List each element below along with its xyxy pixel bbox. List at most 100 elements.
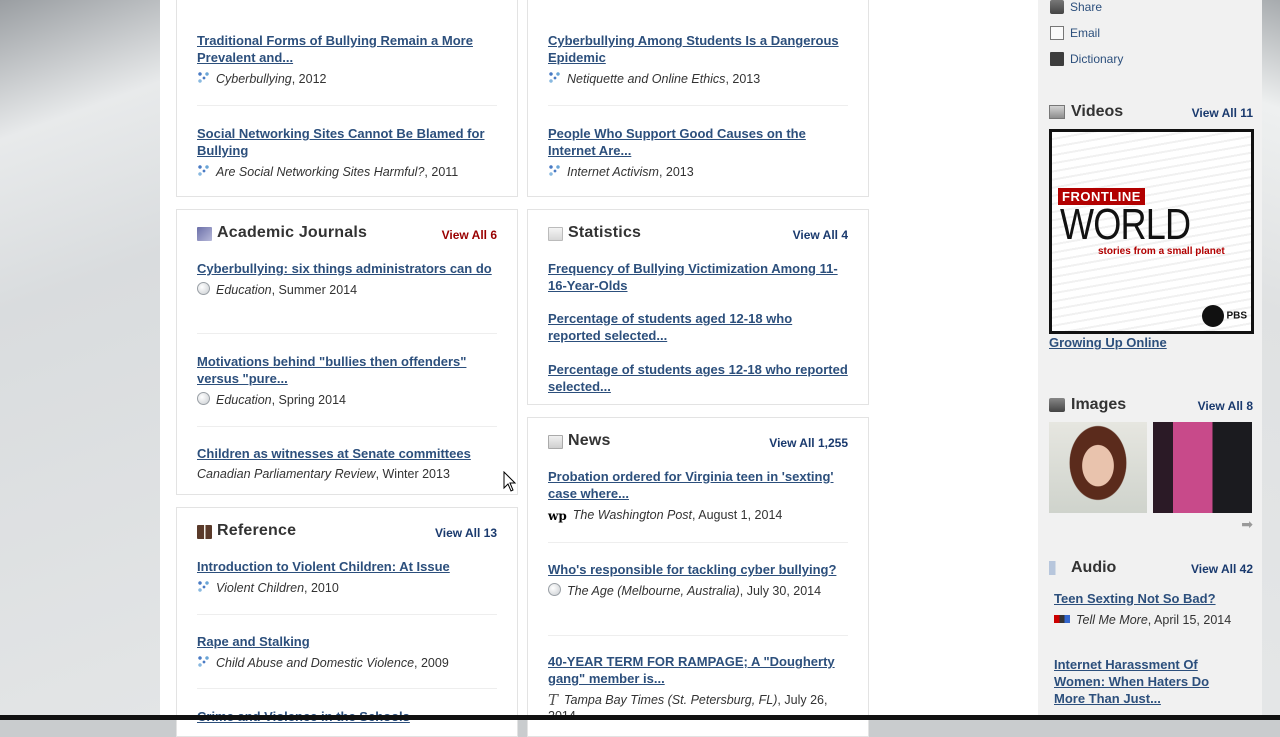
view-all-statistics-link[interactable]: View All 4 (793, 228, 848, 242)
news-link[interactable]: 40-YEAR TERM FOR RAMPAGE; A "Dougherty g… (548, 653, 848, 687)
article-link[interactable]: Children as witnesses at Senate committe… (197, 445, 497, 462)
article-link[interactable]: Rape and Stalking (197, 633, 497, 650)
list-item: Introduction to Violent Children: At Iss… (197, 558, 497, 596)
background-left (0, 0, 160, 720)
section-title: Images (1071, 396, 1127, 413)
divider (197, 333, 497, 334)
pbs-logo: PBS (1202, 305, 1247, 327)
email-link[interactable]: Email (1050, 26, 1100, 40)
camera-icon (1049, 398, 1065, 412)
list-item: Percentage of students ages 12-18 who re… (548, 361, 848, 395)
dictionary-link[interactable]: Dictionary (1050, 52, 1123, 66)
list-item: Cyberbullying: six things administrators… (197, 260, 497, 298)
section-title: Reference (217, 522, 297, 539)
dictionary-icon (1050, 52, 1064, 66)
world-title: WORLD (1060, 200, 1191, 249)
view-all-journals-link[interactable]: View All 6 (442, 228, 497, 242)
journal-icon (197, 227, 212, 241)
divider (548, 635, 848, 636)
article-link[interactable]: Cyberbullying: six things administrators… (197, 260, 497, 277)
reference-box: Reference View All 13 Introduction to Vi… (176, 507, 518, 737)
statistics-box: Statistics View All 4 Frequency of Bully… (527, 209, 869, 405)
divider (197, 614, 497, 615)
list-item: Internet Harassment Of Women: When Hater… (1054, 656, 1229, 707)
viewpoint-icon (548, 71, 561, 84)
list-item: Rape and Stalking Child Abuse and Domest… (197, 633, 497, 671)
video-caption-link[interactable]: Growing Up Online (1049, 334, 1167, 351)
article-link[interactable]: Introduction to Violent Children: At Iss… (197, 558, 497, 575)
list-item: Who's responsible for tackling cyber bul… (548, 561, 848, 599)
globe-icon (197, 392, 210, 405)
share-link[interactable]: Share (1050, 0, 1102, 14)
news-box: News View All 1,255 Probation ordered fo… (527, 417, 869, 737)
chart-icon (548, 227, 563, 241)
article-link[interactable]: Social Networking Sites Cannot Be Blamed… (197, 125, 497, 159)
mouse-cursor-icon (503, 471, 517, 492)
list-item: Social Networking Sites Cannot Be Blamed… (197, 125, 497, 180)
view-all-news-link[interactable]: View All 1,255 (769, 436, 848, 450)
article-link[interactable]: People Who Support Good Causes on the In… (548, 125, 848, 159)
divider (548, 542, 848, 543)
section-header: News View All 1,255 (548, 432, 848, 452)
list-item: People Who Support Good Causes on the In… (548, 125, 848, 180)
divider (548, 105, 848, 106)
audio-section: Audio View All 42 Teen Sexting Not So Ba… (1049, 559, 1253, 720)
article-link[interactable]: Motivations behind "bullies then offende… (197, 353, 497, 387)
section-title: Audio (1071, 559, 1117, 576)
email-icon (1050, 26, 1064, 40)
statistic-link[interactable]: Percentage of students ages 12-18 who re… (548, 361, 848, 395)
globe-icon (197, 282, 210, 295)
audio-link[interactable]: Teen Sexting Not So Bad? (1054, 591, 1216, 606)
section-header: Reference View All 13 (197, 522, 497, 542)
images-section: Images View All 8 ➡ (1049, 396, 1253, 536)
section-title: Statistics (568, 224, 642, 241)
list-item: Percentage of students aged 12-18 who re… (548, 310, 848, 344)
list-item: Cyberbullying Among Students Is a Danger… (548, 32, 848, 87)
view-all-audio-link[interactable]: View All 42 (1191, 562, 1253, 576)
list-item: Motivations behind "bullies then offende… (197, 353, 497, 408)
image-thumbnail[interactable] (1153, 422, 1252, 513)
share-icon (1050, 0, 1064, 14)
section-header: Statistics View All 4 (548, 224, 848, 244)
view-all-videos-link[interactable]: View All 11 (1192, 106, 1253, 120)
section-title: Videos (1071, 103, 1124, 120)
article-link[interactable]: Cyberbullying Among Students Is a Danger… (548, 32, 848, 66)
news-icon (548, 435, 563, 449)
statistic-link[interactable]: Frequency of Bullying Victimization Amon… (548, 260, 848, 294)
video-thumbnail[interactable]: FRONTLINE WORLD stories from a small pla… (1049, 129, 1254, 334)
news-link[interactable]: Probation ordered for Virginia teen in '… (548, 468, 848, 502)
list-item: Probation ordered for Virginia teen in '… (548, 468, 848, 523)
viewpoint-icon (197, 655, 210, 668)
viewpoints-box-mid: Cyberbullying Among Students Is a Danger… (527, 0, 869, 197)
speaker-icon (1049, 561, 1065, 575)
list-item: 40-YEAR TERM FOR RAMPAGE; A "Dougherty g… (548, 653, 848, 724)
pbs-icon (1202, 305, 1225, 327)
audio-link[interactable]: Internet Harassment Of Women: When Hater… (1054, 657, 1209, 706)
image-thumbnail[interactable] (1049, 422, 1147, 513)
section-header: Academic Journals View All 6 (197, 224, 497, 244)
statistic-link[interactable]: Percentage of students aged 12-18 who re… (548, 310, 848, 344)
list-item: Traditional Forms of Bullying Remain a M… (197, 32, 497, 87)
book-icon (197, 525, 212, 539)
videos-section: Videos View All 11 FRONTLINE WORLD stori… (1049, 103, 1254, 353)
list-item: Teen Sexting Not So Bad? Tell Me More, A… (1054, 591, 1232, 627)
view-all-images-link[interactable]: View All 8 (1198, 399, 1253, 413)
section-title: Academic Journals (217, 224, 368, 241)
list-item: Frequency of Bullying Victimization Amon… (548, 260, 848, 294)
news-link[interactable]: Who's responsible for tackling cyber bul… (548, 561, 848, 578)
tagline: stories from a small planet (1098, 246, 1225, 257)
viewpoint-icon (197, 71, 210, 84)
npr-icon (1054, 615, 1070, 623)
viewpoint-icon (197, 164, 210, 177)
globe-icon (548, 583, 561, 596)
article-link[interactable]: Traditional Forms of Bullying Remain a M… (197, 32, 497, 66)
divider (197, 688, 497, 689)
next-arrow-icon[interactable]: ➡ (1241, 516, 1253, 533)
tampa-bay-times-icon: T (548, 691, 559, 709)
viewpoint-icon (197, 580, 210, 593)
divider (197, 105, 497, 106)
video-icon (1049, 105, 1065, 119)
section-title: News (568, 432, 611, 449)
academic-journals-box: Academic Journals View All 6 Cyberbullyi… (176, 209, 518, 495)
view-all-reference-link[interactable]: View All 13 (435, 526, 497, 540)
